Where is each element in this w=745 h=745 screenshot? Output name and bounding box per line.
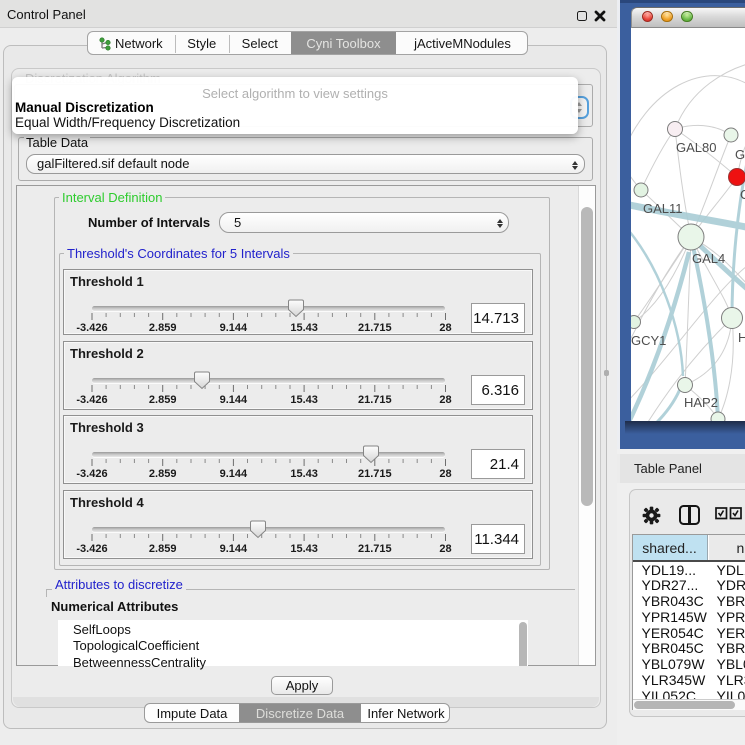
svg-text:HAP2: HAP2 [684, 395, 718, 410]
svg-text:GAL11: GAL11 [643, 201, 683, 216]
svg-text:GA: GA [735, 147, 745, 162]
svg-text:GAL4: GAL4 [692, 251, 725, 266]
svg-text:H: H [738, 330, 745, 345]
svg-text:GCY1: GCY1 [631, 333, 666, 348]
svg-text:C: C [740, 187, 745, 202]
svg-text:GAL80: GAL80 [676, 140, 716, 155]
